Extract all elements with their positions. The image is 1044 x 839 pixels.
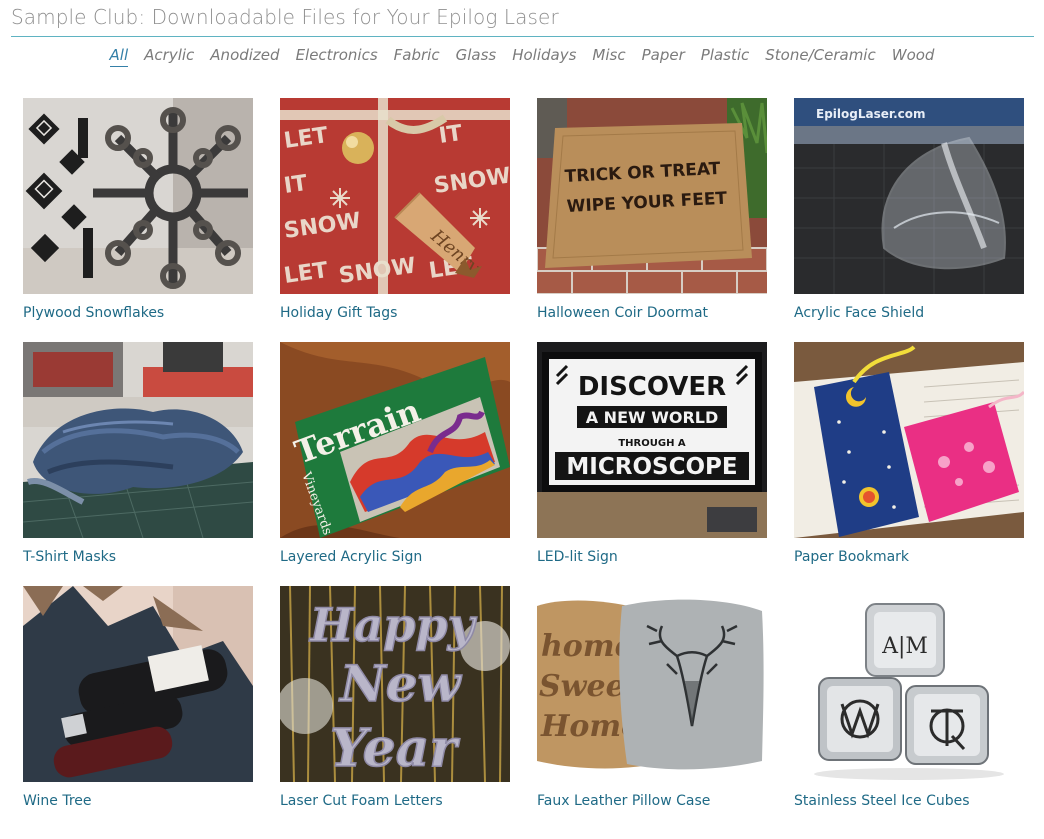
project-card[interactable]: A|M Stainless Steel Ice Cubes <box>794 586 1024 809</box>
project-title[interactable]: Plywood Snowflakes <box>23 305 253 321</box>
filter-acrylic[interactable]: Acrylic <box>144 46 194 67</box>
project-title[interactable]: Laser Cut Foam Letters <box>280 793 510 809</box>
project-thumbnail[interactable] <box>23 98 253 294</box>
machine-logo-text: EpilogLaser.com <box>816 107 926 121</box>
project-title[interactable]: Faux Leather Pillow Case <box>537 793 767 809</box>
filter-wood[interactable]: Wood <box>892 46 935 67</box>
project-card[interactable]: Wine Tree <box>23 586 253 809</box>
project-title[interactable]: Wine Tree <box>23 793 253 809</box>
project-title[interactable]: Stainless Steel Ice Cubes <box>794 793 1024 809</box>
project-title[interactable]: LED-lit Sign <box>537 549 767 565</box>
filter-glass[interactable]: Glass <box>456 46 497 67</box>
project-thumbnail[interactable]: Terrain Vineyards <box>280 342 510 538</box>
title-divider <box>11 36 1034 37</box>
category-filter-bar: All Acrylic Anodized Electronics Fabric … <box>0 46 1044 67</box>
project-card[interactable]: Plywood Snowflakes <box>23 98 253 321</box>
page-title: Sample Club: Downloadable Files for Your… <box>11 5 559 29</box>
filter-holidays[interactable]: Holidays <box>512 46 576 67</box>
project-thumbnail[interactable] <box>23 586 253 782</box>
project-card[interactable]: Terrain Vineyards Layered Acrylic Sign <box>280 342 510 565</box>
filter-electronics[interactable]: Electronics <box>296 46 378 67</box>
project-title[interactable]: Halloween Coir Doormat <box>537 305 767 321</box>
foam-letters-2: New <box>338 654 463 713</box>
project-card[interactable]: T-Shirt Masks <box>23 342 253 565</box>
cube-monogram: A|M <box>881 634 928 659</box>
project-title[interactable]: Layered Acrylic Sign <box>280 549 510 565</box>
sign-line-4: MICROSCOPE <box>566 454 737 480</box>
filter-misc[interactable]: Misc <box>592 46 625 67</box>
project-thumbnail[interactable]: LET IT SNOW LET IT SNOW SNOW LET Henry <box>280 98 510 294</box>
sign-line-1: DISCOVER <box>578 372 726 402</box>
sign-line-3: THROUGH A <box>618 438 686 449</box>
foam-letters-3: Year <box>330 718 460 779</box>
project-thumbnail[interactable]: EpilogLaser.com <box>794 98 1024 294</box>
project-thumbnail[interactable]: DISCOVER A NEW WORLD THROUGH A MICROSCOP… <box>537 342 767 538</box>
project-thumbnail[interactable]: Happy New Year <box>280 586 510 782</box>
project-thumbnail[interactable] <box>23 342 253 538</box>
filter-plastic[interactable]: Plastic <box>701 46 750 67</box>
project-card[interactable]: EpilogLaser.com Acrylic Face Shield <box>794 98 1024 321</box>
project-card[interactable]: Happy New Year Laser Cut Foam Letters <box>280 586 510 809</box>
project-thumbnail[interactable]: home Sweet Home <box>537 586 767 782</box>
foam-letters-1: Happy <box>308 598 478 652</box>
project-card[interactable]: TRICK OR TREAT WIPE YOUR FEET Halloween … <box>537 98 767 321</box>
filter-anodized[interactable]: Anodized <box>210 46 279 67</box>
sign-line-2: A NEW WORLD <box>586 408 719 427</box>
filter-fabric[interactable]: Fabric <box>394 46 440 67</box>
project-title[interactable]: Acrylic Face Shield <box>794 305 1024 321</box>
project-title[interactable]: Paper Bookmark <box>794 549 1024 565</box>
svg-text:IT: IT <box>437 121 463 149</box>
project-title[interactable]: T-Shirt Masks <box>23 549 253 565</box>
project-thumbnail[interactable] <box>794 342 1024 538</box>
filter-paper[interactable]: Paper <box>642 46 685 67</box>
filter-all[interactable]: All <box>109 46 129 67</box>
svg-text:IT: IT <box>282 171 308 199</box>
project-card[interactable]: home Sweet Home Faux Leather Pillow Case <box>537 586 767 809</box>
project-grid: Plywood Snowflakes LET IT SNOW LET IT SN… <box>23 98 1024 809</box>
project-card[interactable]: Paper Bookmark <box>794 342 1024 565</box>
project-card[interactable]: DISCOVER A NEW WORLD THROUGH A MICROSCOP… <box>537 342 767 565</box>
filter-stone-ceramic[interactable]: Stone/Ceramic <box>765 46 875 67</box>
project-thumbnail[interactable]: TRICK OR TREAT WIPE YOUR FEET <box>537 98 767 294</box>
project-title[interactable]: Holiday Gift Tags <box>280 305 510 321</box>
project-card[interactable]: LET IT SNOW LET IT SNOW SNOW LET Henry H… <box>280 98 510 321</box>
project-thumbnail[interactable]: A|M <box>794 586 1024 782</box>
